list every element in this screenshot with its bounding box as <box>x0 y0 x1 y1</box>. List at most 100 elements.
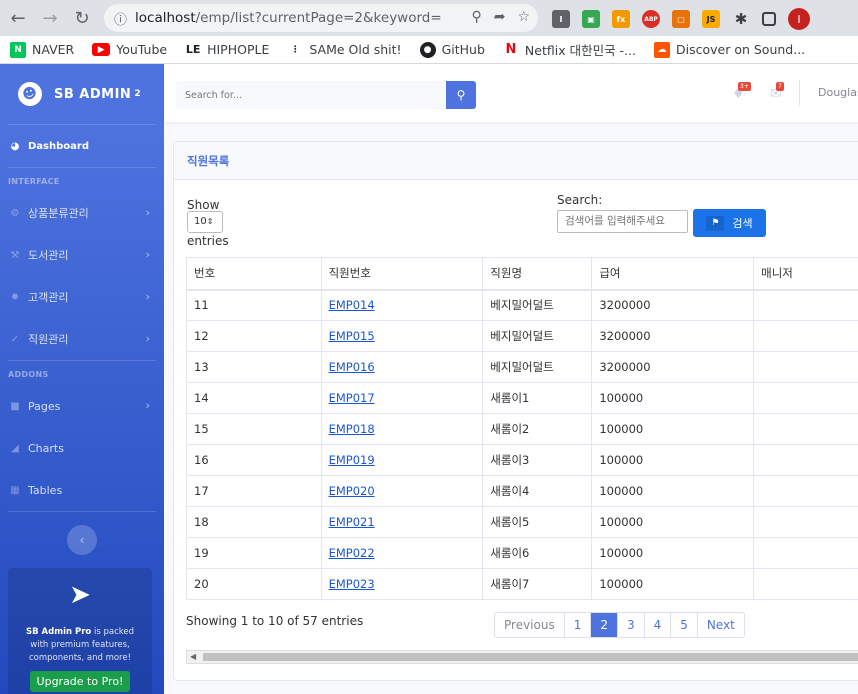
table-row: 17 EMP020 새롬이4 100000 <box>186 475 858 507</box>
search-input[interactable] <box>176 81 446 109</box>
emp-id-link[interactable]: EMP019 <box>329 453 375 467</box>
sidebar-heading-interface: INTERFACE <box>8 177 60 186</box>
page-button-3[interactable]: 3 <box>618 613 645 637</box>
page-button-1[interactable]: 1 <box>565 613 592 637</box>
cell-manager <box>753 506 858 538</box>
cell-no: 12 <box>186 320 322 352</box>
chevron-right-icon: › <box>145 332 150 345</box>
emp-id-link[interactable]: EMP020 <box>329 484 375 498</box>
forward-icon[interactable]: → <box>36 4 64 32</box>
scrollbar-thumb[interactable] <box>203 653 858 661</box>
chevron-right-icon: › <box>145 399 150 412</box>
emp-id-link[interactable]: EMP016 <box>329 360 375 374</box>
bookmarks-bar: N NAVER ▶ YouTube LE HIPHOPLE ⋮ SAMe Old shi… <box>0 36 858 64</box>
brand[interactable]: ☻ SB ADMIN 2 <box>0 64 164 124</box>
puzzle-icon[interactable]: ✱ <box>732 10 750 28</box>
extension-icon[interactable]: fx <box>612 10 630 28</box>
sidebar-item-employees[interactable]: ✓ 직원관리 › <box>0 318 164 360</box>
sidebar-item-dashboard[interactable]: ◕ Dashboard <box>0 125 164 167</box>
column-header-emp-id[interactable]: 직원번호 <box>320 257 484 291</box>
bookmark-same-old[interactable]: ⋮ SAMe Old shit! <box>287 42 402 58</box>
sidebar-item-customers[interactable]: ✹ 고객관리 › <box>0 276 164 318</box>
upgrade-button[interactable]: Upgrade to Pro! <box>29 671 131 692</box>
emp-id-link[interactable]: EMP014 <box>329 298 375 312</box>
extension-icon[interactable]: ▣ <box>582 10 600 28</box>
cell-emp-id: EMP021 <box>320 506 484 538</box>
flag-icon: ⚑ <box>706 215 725 231</box>
cell-manager <box>753 537 858 569</box>
page-button-4[interactable]: 4 <box>645 613 672 637</box>
emp-id-link[interactable]: EMP018 <box>329 422 375 436</box>
table-row: 15 EMP018 새롬이2 100000 <box>186 413 858 445</box>
sidebar-toggle-button[interactable]: ‹ <box>67 525 97 555</box>
alerts-bell-icon[interactable]: ♦ 3+ <box>732 82 751 102</box>
emp-id-link[interactable]: EMP017 <box>329 391 375 405</box>
cell-no: 17 <box>186 475 322 507</box>
scroll-left-icon[interactable]: ◀ <box>190 652 196 661</box>
js-icon[interactable]: JS <box>702 10 720 28</box>
extension-icon[interactable]: □ <box>672 10 690 28</box>
extension-icon[interactable]: I <box>552 10 570 28</box>
bookmark-naver[interactable]: N NAVER <box>10 41 74 58</box>
cell-emp-id: EMP023 <box>320 568 484 600</box>
netflix-icon: N <box>505 42 517 57</box>
sidebar-item-tables[interactable]: ▦ Tables <box>0 469 164 511</box>
emp-id-link[interactable]: EMP022 <box>329 546 375 560</box>
cell-no: 19 <box>186 537 322 569</box>
column-header-emp-name[interactable]: 직원명 <box>482 257 593 291</box>
next-page-button[interactable]: Next <box>698 613 744 637</box>
chevron-right-icon: › <box>145 206 150 219</box>
cell-emp-name: 새롬이5 <box>482 506 593 538</box>
cell-emp-id: EMP014 <box>320 289 484 321</box>
bookmark-star-icon[interactable]: ☆ <box>517 9 530 25</box>
sidebar-item-pages[interactable]: ■ Pages › <box>0 385 164 427</box>
page-button-2[interactable]: 2 <box>591 613 618 637</box>
sidepanel-icon[interactable] <box>762 12 776 26</box>
cell-salary: 3200000 <box>591 351 755 383</box>
cell-salary: 100000 <box>591 506 755 538</box>
cell-manager <box>753 444 858 476</box>
cell-emp-name: 새롬이2 <box>482 413 593 445</box>
bookmark-youtube[interactable]: ▶ YouTube <box>92 42 167 57</box>
cell-salary: 100000 <box>591 413 755 445</box>
bookmark-netflix[interactable]: N Netflix 대한민국 -... <box>503 40 636 59</box>
pagination-info: Showing 1 to 10 of 57 entries <box>186 614 364 628</box>
emp-id-link[interactable]: EMP023 <box>329 577 375 591</box>
emp-id-link[interactable]: EMP021 <box>329 515 375 529</box>
card-title: 직원목록 <box>174 142 858 180</box>
messages-envelope-icon[interactable]: ✉ 7 <box>770 82 786 102</box>
zoom-icon[interactable]: ⚲ <box>471 9 481 25</box>
adblock-icon[interactable]: ABP <box>642 10 660 28</box>
sidebar-item-category[interactable]: ⚙ 상품분류관리 › <box>0 192 164 234</box>
column-header-salary[interactable]: 급여 <box>591 257 755 291</box>
alerts-badge: 3+ <box>738 82 751 91</box>
cell-no: 13 <box>186 351 322 383</box>
horizontal-scrollbar[interactable]: ◀ <box>186 650 858 664</box>
emp-id-link[interactable]: EMP015 <box>329 329 375 343</box>
cell-manager <box>753 568 858 600</box>
page-length-select[interactable]: 10⇕ <box>187 211 223 233</box>
column-header-manager[interactable]: 매니저 <box>753 257 858 291</box>
bookmark-github[interactable]: ● GitHub <box>419 41 485 58</box>
column-header-no[interactable]: 번호 <box>186 257 322 291</box>
share-icon[interactable]: ➦ <box>494 9 506 25</box>
keyword-search-button[interactable]: ⚑ 검색 <box>693 209 766 237</box>
previous-page-button[interactable]: Previous <box>495 613 565 637</box>
back-icon[interactable]: ← <box>4 4 32 32</box>
sidebar-item-charts[interactable]: ◢ Charts <box>0 427 164 469</box>
bookmark-hiphople[interactable]: LE HIPHOPLE <box>185 42 270 58</box>
keyword-input[interactable]: 검색어를 입력해주세요 <box>557 210 688 233</box>
url-text: localhost/emp/list?currentPage=2&keyword… <box>135 10 442 26</box>
search-button[interactable]: ⚲ <box>446 81 476 109</box>
user-name[interactable]: Douglas <box>818 86 858 99</box>
bookmark-soundcloud[interactable]: ☁ Discover on Sound... <box>653 41 805 58</box>
chevron-right-icon: › <box>145 248 150 261</box>
profile-avatar[interactable]: I <box>788 8 810 30</box>
reload-icon[interactable]: ↻ <box>68 4 96 32</box>
rocket-icon: ➤ <box>69 580 91 610</box>
divider <box>8 511 156 512</box>
address-bar[interactable]: ⓘ localhost/emp/list?currentPage=2&keywo… <box>104 4 538 32</box>
page-button-5[interactable]: 5 <box>671 613 698 637</box>
cell-emp-name: 새롬이7 <box>482 568 593 600</box>
sidebar-item-books[interactable]: ⚒ 도서관리 › <box>0 234 164 276</box>
